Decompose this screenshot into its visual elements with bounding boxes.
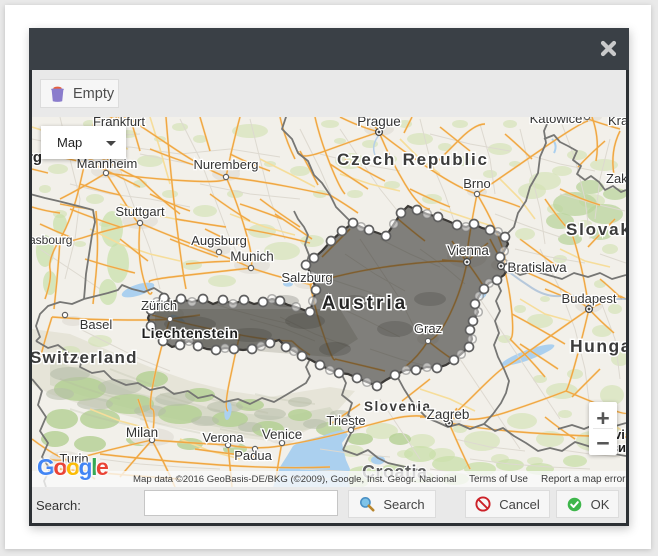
svg-text:Zagreb: Zagreb: [427, 407, 470, 422]
svg-text:Trieste: Trieste: [326, 413, 365, 428]
svg-text:Kra: Kra: [608, 117, 626, 128]
svg-text:Bratislava: Bratislava: [507, 260, 567, 275]
svg-text:Switzerland: Switzerland: [32, 348, 138, 367]
svg-text:Brno: Brno: [463, 176, 490, 191]
svg-text:Augsburg: Augsburg: [191, 233, 247, 248]
svg-text:Slovenia: Slovenia: [364, 399, 432, 414]
svg-text:Hunga: Hunga: [570, 336, 626, 356]
svg-text:asbourg: asbourg: [32, 233, 72, 247]
svg-text:Zako: Zako: [606, 171, 626, 186]
svg-text:Verona: Verona: [202, 430, 244, 445]
svg-text:Zürich: Zürich: [141, 298, 177, 313]
svg-text:Graz: Graz: [414, 321, 442, 336]
svg-text:Nuremberg: Nuremberg: [193, 157, 258, 172]
svg-text:Liechtenstein: Liechtenstein: [142, 325, 239, 341]
svg-text:Vienna: Vienna: [447, 243, 489, 258]
svg-text:Budapest: Budapest: [562, 291, 617, 306]
svg-text:Prague: Prague: [357, 117, 401, 129]
svg-text:Venice: Venice: [262, 427, 303, 442]
svg-text:Katowice: Katowice: [530, 117, 583, 126]
svg-text:Austria: Austria: [322, 293, 408, 314]
svg-text:Padua: Padua: [234, 448, 272, 463]
svg-text:Basel: Basel: [80, 317, 113, 332]
svg-text:Milan: Milan: [126, 425, 158, 440]
svg-text:Munich: Munich: [230, 249, 274, 264]
svg-text:Czech Republic: Czech Republic: [337, 150, 489, 169]
svg-text:Slovak: Slovak: [566, 220, 626, 239]
svg-text:Stuttgart: Stuttgart: [115, 204, 165, 219]
svg-text:Salzburg: Salzburg: [281, 270, 332, 285]
